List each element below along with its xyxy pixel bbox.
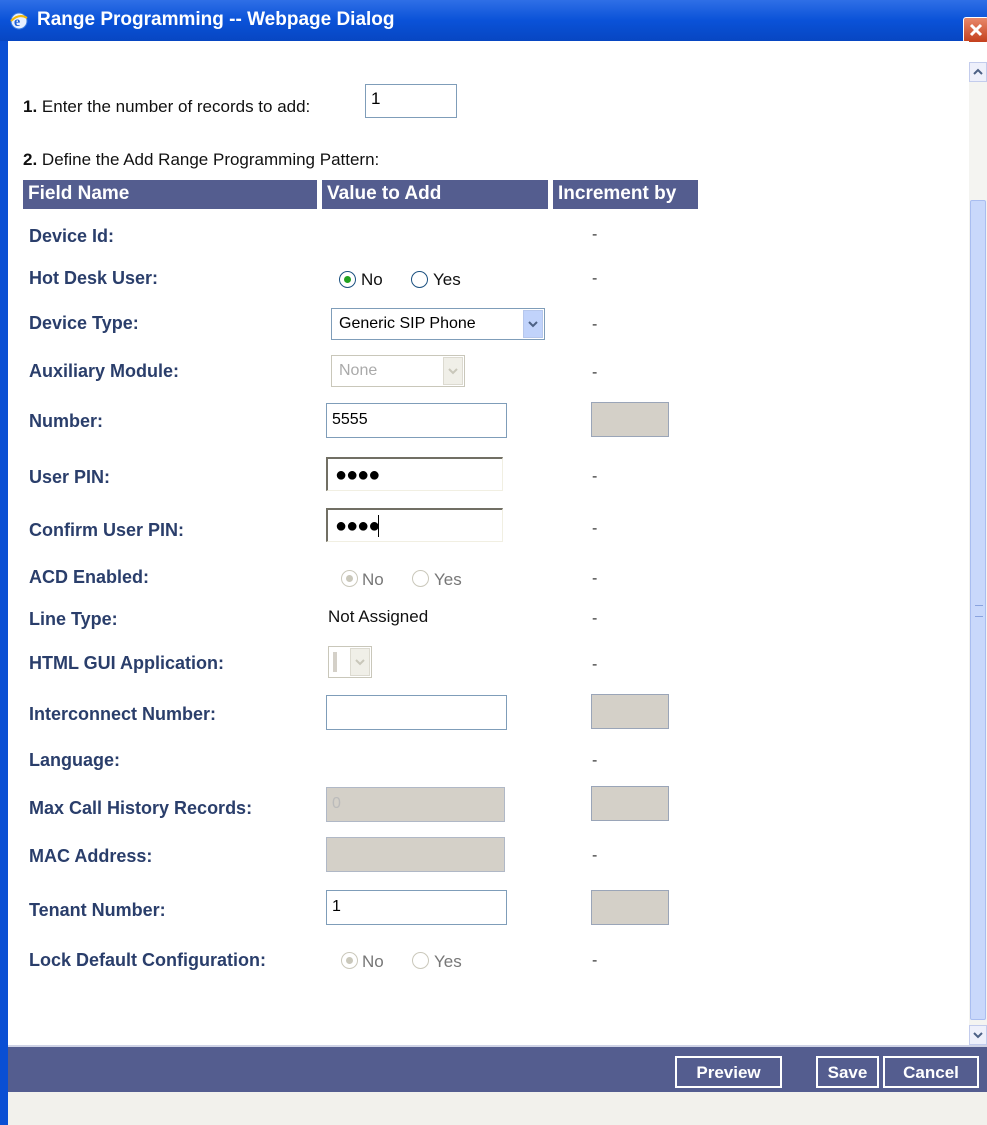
aux-module-label: Auxiliary Module: [29, 361, 180, 381]
lock-default-yes-label: Yes [434, 952, 462, 971]
dropdown-button[interactable] [523, 310, 543, 338]
aux-module-select: None [331, 355, 465, 387]
language-label: Language: [29, 750, 121, 770]
tenant-increment-input [591, 890, 669, 925]
pattern-label: 2. Define the Add Range Programming Patt… [23, 150, 379, 170]
cancel-button[interactable]: Cancel [883, 1056, 979, 1088]
user-pin-input[interactable]: ●●●● [326, 457, 503, 491]
device-type-increment: - [592, 316, 598, 333]
window-title: Range Programming -- Webpage Dialog [37, 9, 395, 30]
lock-default-label: Lock Default Configuration: [29, 950, 266, 970]
line-type-value: Not Assigned [328, 607, 429, 626]
html-gui-label: HTML GUI Application: [29, 653, 224, 673]
device-type-select[interactable]: Generic SIP Phone [331, 308, 545, 340]
acd-no-label: No [362, 570, 384, 589]
lock-default-no-label: No [362, 952, 384, 971]
hot-desk-yes-radio[interactable] [411, 271, 428, 288]
device-type-label: Device Type: [29, 313, 139, 333]
scroll-thumb[interactable] [970, 200, 986, 1020]
scroll-down-button[interactable] [969, 1025, 987, 1045]
step-text: Enter the number of records to add: [37, 97, 311, 116]
acd-enabled-label: ACD Enabled: [29, 567, 150, 587]
hot-desk-no-label: No [361, 270, 383, 289]
title-bar: e Range Programming -- Webpage Dialog [0, 0, 987, 43]
records-count-label: 1. Enter the number of records to add: [23, 97, 310, 117]
records-count-input[interactable]: 1 [365, 84, 457, 118]
acd-yes-radio [412, 570, 429, 587]
header-field-name: Field Name [23, 180, 317, 209]
save-button[interactable]: Save [816, 1056, 879, 1088]
step-number: 2. [23, 150, 38, 169]
mac-address-label: MAC Address: [29, 846, 153, 866]
step-number: 1. [23, 97, 38, 116]
hot-desk-increment: - [592, 270, 598, 287]
number-increment-input [591, 402, 669, 437]
preview-button[interactable]: Preview [675, 1056, 782, 1088]
max-call-history-input: 0 [326, 787, 505, 822]
line-type-increment: - [592, 610, 598, 627]
status-strip [8, 1092, 987, 1125]
tenant-number-input[interactable]: 1 [326, 890, 507, 925]
acd-no-radio [341, 570, 358, 587]
user-pin-label: User PIN: [29, 467, 111, 487]
select-value-bar [333, 652, 337, 672]
window-frame [0, 41, 8, 1125]
html-gui-increment: - [592, 656, 598, 673]
user-pin-value: ●●●● [335, 464, 380, 486]
hot-desk-no-radio[interactable] [339, 271, 356, 288]
device-id-label: Device Id: [29, 226, 115, 246]
line-type-label: Line Type: [29, 609, 118, 629]
user-pin-increment: - [592, 468, 598, 485]
scroll-up-button[interactable] [969, 62, 987, 82]
number-label: Number: [29, 411, 104, 431]
chevron-down-icon [355, 659, 365, 666]
chevron-down-icon [973, 1032, 983, 1039]
html-gui-select [328, 646, 372, 678]
acd-yes-label: Yes [434, 570, 462, 589]
device-id-increment: - [592, 226, 598, 243]
chevron-up-icon [973, 68, 983, 75]
tenant-number-label: Tenant Number: [29, 900, 166, 920]
dropdown-button [350, 648, 370, 676]
lock-default-yes-radio [412, 952, 429, 969]
lock-default-increment: - [592, 952, 598, 969]
acd-increment: - [592, 570, 598, 587]
hot-desk-yes-label: Yes [433, 270, 461, 289]
scroll-grip [975, 605, 983, 617]
mac-address-input [326, 837, 505, 872]
header-increment-by: Increment by [553, 180, 698, 209]
internet-explorer-icon: e [10, 12, 28, 30]
hot-desk-label: Hot Desk User: [29, 268, 159, 288]
max-call-history-increment-input [591, 786, 669, 821]
text-cursor [378, 515, 379, 537]
close-button[interactable] [963, 17, 987, 43]
aux-module-value: None [339, 362, 378, 379]
number-input[interactable]: 5555 [326, 403, 507, 438]
interconnect-label: Interconnect Number: [29, 704, 217, 724]
step-text: Define the Add Range Programming Pattern… [37, 150, 380, 169]
close-icon [969, 23, 983, 37]
language-increment: - [592, 752, 598, 769]
mac-address-increment: - [592, 847, 598, 864]
confirm-pin-input[interactable]: ●●●● [326, 508, 503, 542]
chevron-down-icon [448, 368, 458, 375]
device-type-value: Generic SIP Phone [339, 315, 476, 332]
aux-module-increment: - [592, 364, 598, 381]
interconnect-increment-input [591, 694, 669, 729]
chevron-down-icon [528, 321, 538, 328]
confirm-pin-value: ●●●● [335, 515, 380, 537]
max-call-history-label: Max Call History Records: [29, 798, 253, 818]
dropdown-button [443, 357, 463, 385]
header-value-to-add: Value to Add [322, 180, 548, 209]
confirm-pin-increment: - [592, 520, 598, 537]
interconnect-input[interactable] [326, 695, 507, 730]
lock-default-no-radio [341, 952, 358, 969]
confirm-pin-label: Confirm User PIN: [29, 520, 185, 540]
